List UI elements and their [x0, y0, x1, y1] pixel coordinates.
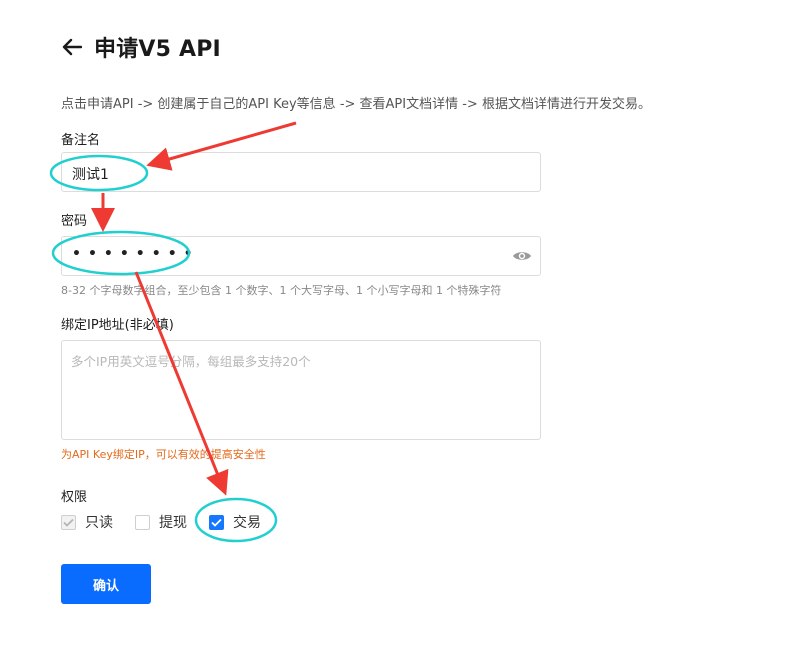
password-input[interactable]: ••••••••	[61, 236, 541, 276]
checkbox-box	[61, 514, 76, 530]
checkbox-box	[209, 514, 224, 530]
checkbox-label: 提现	[159, 515, 187, 531]
checkbox-box	[135, 514, 150, 530]
checkbox-label: 交易	[233, 515, 261, 531]
checkmark-icon	[211, 518, 222, 527]
password-label: 密码	[61, 214, 88, 229]
permissions-label: 权限	[61, 490, 88, 505]
ip-textarea[interactable]: 多个IP用英文逗号分隔，每组最多支持20个	[61, 340, 541, 440]
eye-icon[interactable]	[512, 248, 532, 264]
checkmark-icon	[63, 518, 74, 527]
password-hint: 8-32 个字母数字组合，至少包含 1 个数字、1 个大写字母、1 个小写字母和…	[61, 284, 502, 297]
ip-hint: 为API Key绑定IP，可以有效的提高安全性	[61, 448, 266, 461]
page-title: 申请V5 API	[94, 37, 221, 62]
checkbox-label: 只读	[85, 515, 113, 531]
note-label: 备注名	[61, 133, 101, 148]
permission-trade-checkbox[interactable]: 交易	[209, 512, 261, 532]
ip-textarea-placeholder: 多个IP用英文逗号分隔，每组最多支持20个	[71, 354, 311, 369]
permission-read-checkbox[interactable]: 只读	[61, 512, 113, 532]
ip-label: 绑定IP地址(非必填)	[61, 318, 174, 333]
permissions-group: 只读 提现 交易	[61, 512, 283, 532]
page-header: 申请V5 API	[62, 30, 221, 64]
permission-withdraw-checkbox[interactable]: 提现	[135, 512, 187, 532]
note-input[interactable]: 测试1	[61, 152, 541, 192]
confirm-button[interactable]: 确认	[61, 564, 151, 604]
note-input-value: 测试1	[72, 167, 109, 183]
password-input-value: ••••••••	[72, 246, 200, 262]
intro-text: 点击申请API -> 创建属于自己的API Key等信息 -> 查看API文档详…	[61, 97, 651, 112]
back-arrow-icon[interactable]	[62, 36, 84, 58]
